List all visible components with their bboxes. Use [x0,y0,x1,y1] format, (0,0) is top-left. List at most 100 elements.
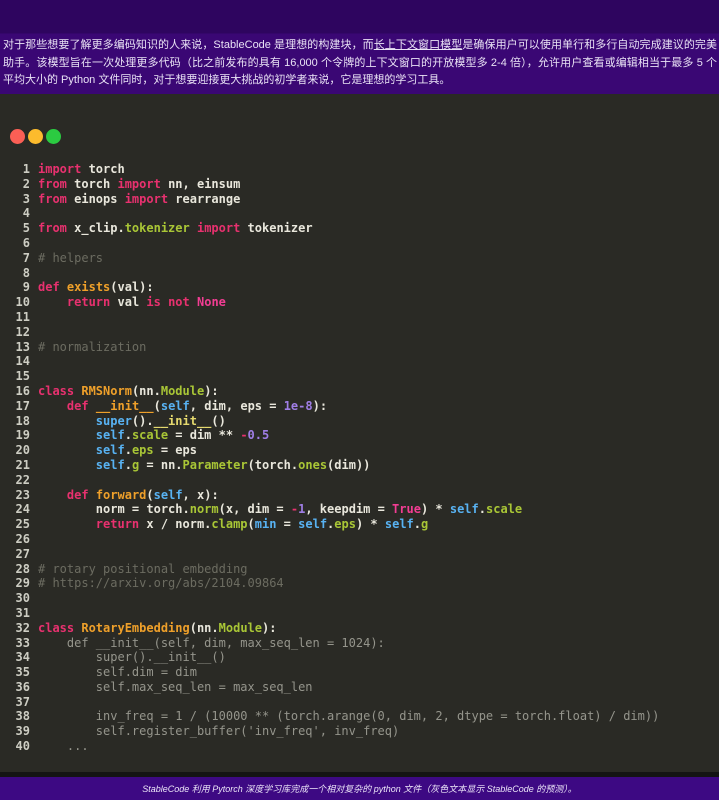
line-number: 27 [15,546,30,561]
line-number: 24 [15,502,30,517]
line-number: 8 [22,265,30,280]
code-line-content: def exists(val): [38,280,154,295]
long-context-window-link[interactable]: 长上下文窗口模型 [374,39,463,51]
code-line: 4 [0,206,719,221]
line-number: 16 [15,383,30,398]
code-line: 10 return val is not None [0,295,719,310]
code-line: 18 super().__init__() [0,414,719,429]
line-number: 26 [15,531,30,546]
line-number: 9 [22,280,30,295]
line-number: 38 [15,709,30,724]
code-line-content [30,266,38,281]
line-number: 7 [22,250,30,265]
close-button-icon[interactable] [10,129,25,144]
code-line-content: import torch [38,162,125,176]
code-line: 13 # normalization [0,340,719,355]
code-line-content: # helpers [38,250,104,265]
code-line: 27 [0,547,719,562]
line-number: 15 [15,369,30,384]
code-line: 32 class RotaryEmbedding(nn.Module): [0,621,719,636]
line-number: 4 [22,206,30,221]
code-line: 5 from x_clip.tokenizer import tokenizer [0,221,719,236]
code-line: 25 return x / norm.clamp(min = self.eps)… [0,517,719,532]
code-line-content: def __init__(self, dim, max_seq_len = 10… [38,635,385,650]
description-banner: 对于那些想要了解更多编码知识的人来说，StableCode 是理想的构建块，而长… [0,0,719,94]
code-line: 37 [0,695,719,710]
code-line: 33 def __init__(self, dim, max_seq_len =… [0,636,719,651]
window-controls [10,129,61,144]
code-line: 38 inv_freq = 1 / (10000 ** (torch.arang… [0,709,719,724]
code-line-content: norm = torch.norm(x, dim = -1, keepdim =… [38,502,523,517]
code-line-content: # normalization [38,339,147,354]
code-line-content [30,547,38,562]
code-line-content: # https://arxiv.org/abs/2104.09864 [38,576,284,591]
code-editor-window: 1 import torch 2 from torch import nn, eins… [0,94,719,772]
line-number: 3 [22,191,30,206]
code-line-content: # rotary positional embedding [38,561,248,576]
code-line-content: self.dim = dim [38,665,197,680]
line-number: 28 [15,561,30,576]
code-line: 36 self.max_seq_len = max_seq_len [0,680,719,695]
code-line-content: inv_freq = 1 / (10000 ** (torch.arange(0… [38,709,660,724]
code-line-content: self.scale = dim ** -0.5 [95,428,270,443]
line-number: 35 [15,665,30,680]
zoom-button-icon[interactable] [46,129,61,144]
code-line-content [30,473,38,488]
code-line: 16 class RMSNorm(nn.Module): [0,384,719,399]
code-line-content: def forward(self, x): [66,487,219,502]
code-line-content: self.eps = eps [95,443,197,458]
code-line: 20 self.eps = eps [0,443,719,458]
line-number: 19 [15,428,30,443]
code-line: 30 [0,591,719,606]
code-line-content [30,236,38,251]
code-line-content: def __init__(self, dim, eps = 1e-8): [66,398,328,413]
line-number: 5 [22,221,30,236]
code-line: 17 def __init__(self, dim, eps = 1e-8): [0,399,719,414]
line-number: 18 [15,413,30,428]
line-number: 34 [15,650,30,665]
code-line: 14 [0,354,719,369]
line-number: 12 [15,324,30,339]
code-line-content [30,354,38,369]
line-number: 14 [15,354,30,369]
code-line-content: self.g = nn.Parameter(torch.ones(dim)) [95,457,371,472]
code-line-content [30,532,38,547]
code-line-content: ... [38,739,89,754]
code-line-content: super().__init__() [38,650,226,665]
code-line: 40 ... [0,739,719,754]
line-number: 10 [15,295,30,310]
code-lines: 1 import torch 2 from torch import nn, eins… [0,162,719,754]
minimize-button-icon[interactable] [28,129,43,144]
code-line-content: from torch import nn, einsum [38,176,241,191]
code-line: 31 [0,606,719,621]
code-line-content [30,206,38,221]
banner-text-before-link: 对于那些想要了解更多编码知识的人来说，StableCode 是理想的构建块，而 [3,39,374,51]
caption-text: StableCode 利用 Pytorch 深度学习库完成一个相对复杂的 pyt… [142,784,577,794]
code-line: 28 # rotary positional embedding [0,562,719,577]
code-line: 34 super().__init__() [0,650,719,665]
code-line: 23 def forward(self, x): [0,488,719,503]
line-number: 32 [15,620,30,635]
line-number: 31 [15,605,30,620]
code-line-content [30,606,38,621]
code-line-content: class RotaryEmbedding(nn.Module): [38,620,277,635]
line-number: 29 [15,576,30,591]
code-line: 35 self.dim = dim [0,665,719,680]
line-number: 13 [15,339,30,354]
code-line: 39 self.register_buffer('inv_freq', inv_… [0,724,719,739]
line-number: 20 [15,443,30,458]
code-line-content [30,695,38,710]
code-line-content: self.register_buffer('inv_freq', inv_fre… [38,724,400,739]
code-line: 7 # helpers [0,251,719,266]
line-number: 23 [15,487,30,502]
code-line: 6 [0,236,719,251]
code-line: 24 norm = torch.norm(x, dim = -1, keepdi… [0,502,719,517]
line-number: 11 [15,309,30,324]
code-line: 8 [0,266,719,281]
line-number: 36 [15,679,30,694]
code-line: 11 [0,310,719,325]
code-line: 21 self.g = nn.Parameter(torch.ones(dim)… [0,458,719,473]
code-line-content: class RMSNorm(nn.Module): [38,383,219,398]
code-line-content [30,591,38,606]
code-line: 1 import torch [0,162,719,177]
